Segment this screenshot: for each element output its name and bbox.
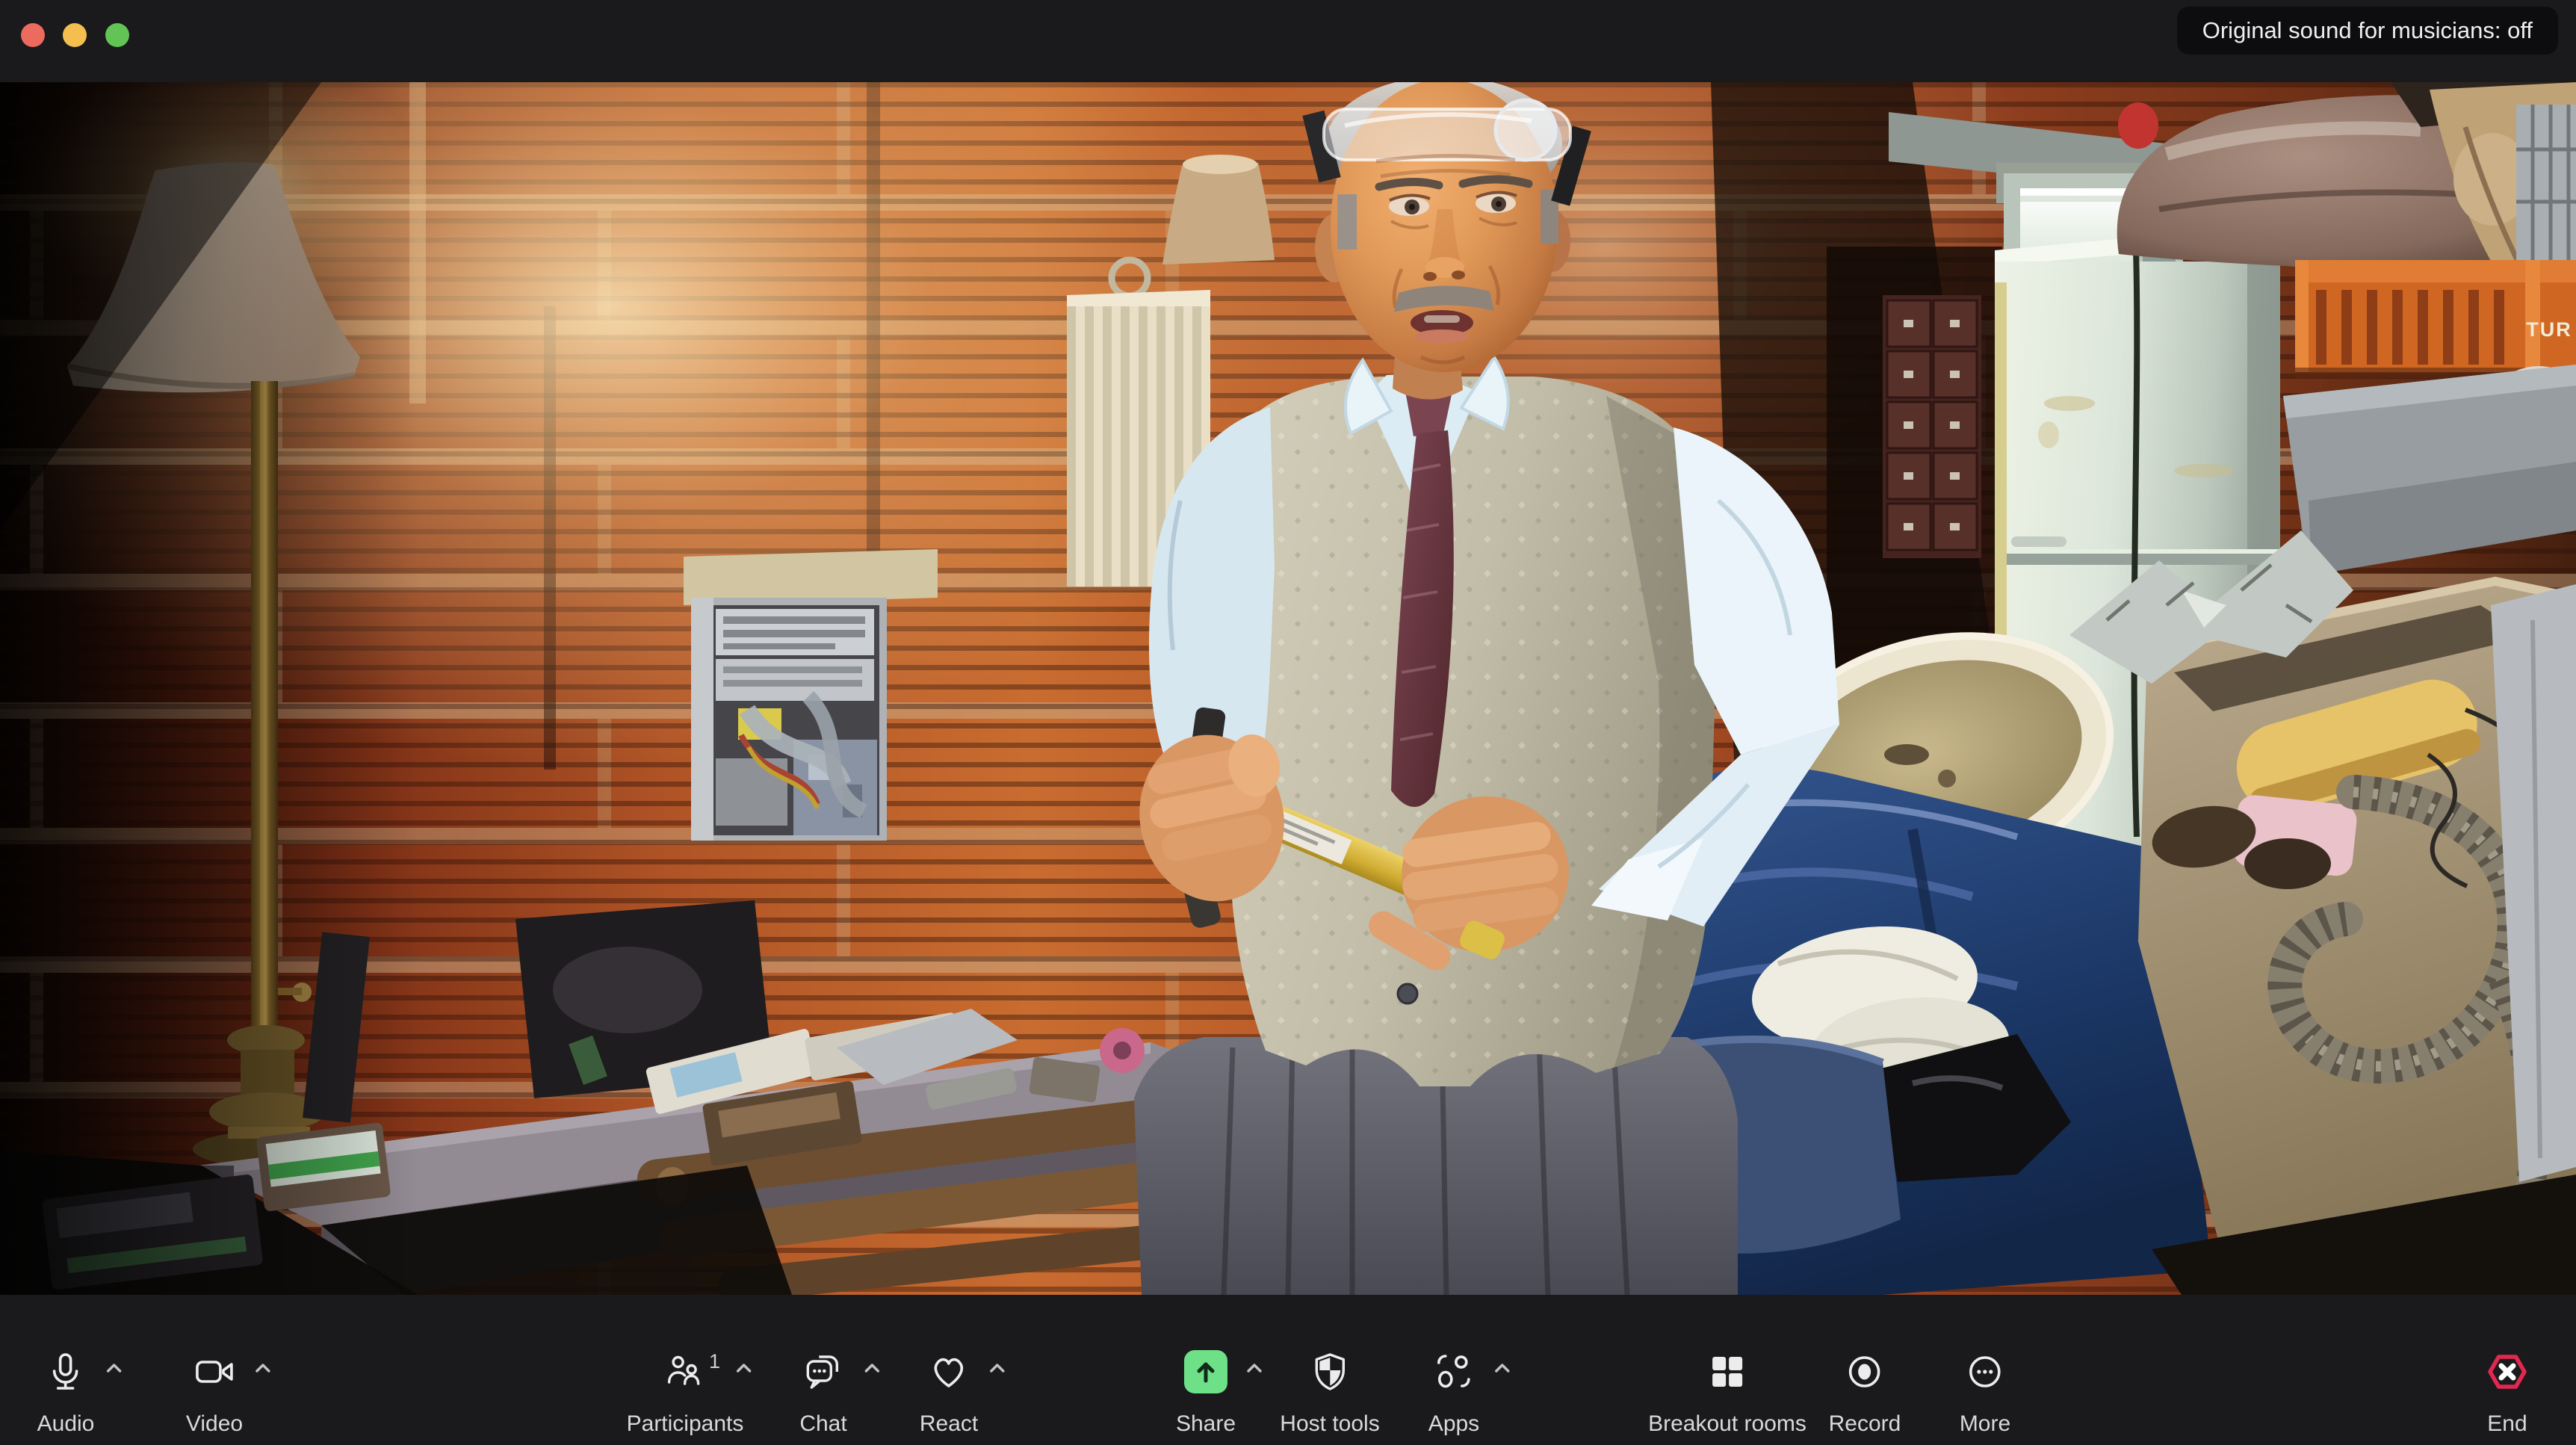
chevron-up-icon[interactable] <box>862 1359 882 1379</box>
toolbar-button-participants[interactable]: 1 Participants <box>627 1295 744 1445</box>
zoom-window-button[interactable] <box>105 23 129 47</box>
window-title-bar: Original sound for musicians: off <box>0 0 2576 82</box>
power-cord <box>2134 226 2137 837</box>
toolbar-label-share: Share <box>1176 1413 1236 1435</box>
close-window-button[interactable] <box>21 23 45 47</box>
toolbar-button-share[interactable]: Share <box>1176 1295 1236 1445</box>
toolbar-label-audio: Audio <box>37 1413 95 1435</box>
toolbar-label-end: End <box>2487 1413 2527 1435</box>
microphone-icon <box>45 1351 87 1393</box>
toolbar-button-video[interactable]: Video <box>186 1295 243 1445</box>
share-up-arrow-icon <box>1184 1350 1227 1393</box>
toolbar-button-record[interactable]: Record <box>1829 1295 1901 1445</box>
toolbar-button-react[interactable]: React <box>920 1295 978 1445</box>
ellipsis-circle-icon <box>1964 1351 2006 1393</box>
toolbar-button-host-tools[interactable]: Host tools <box>1280 1295 1379 1445</box>
chevron-up-icon[interactable] <box>734 1359 754 1379</box>
toolbar-label-react: React <box>920 1413 978 1435</box>
participants-count-badge: 1 <box>709 1350 720 1373</box>
meeting-toolbar: Audio Video 1 Participants Chat <box>0 1295 2576 1445</box>
toolbar-button-more[interactable]: More <box>1960 1295 2010 1445</box>
toolbar-label-video: Video <box>186 1413 243 1435</box>
toolbar-button-end[interactable]: End <box>2483 1295 2531 1445</box>
toolbar-label-host-tools: Host tools <box>1280 1413 1379 1435</box>
chevron-up-icon[interactable] <box>1493 1359 1512 1379</box>
video-camera-icon <box>193 1351 235 1393</box>
apps-circles-icon <box>1433 1351 1475 1393</box>
crate-label: TUR <box>2526 318 2572 341</box>
heart-icon <box>928 1351 970 1393</box>
chevron-up-icon[interactable] <box>105 1359 124 1379</box>
toolbar-button-breakout-rooms[interactable]: Breakout rooms <box>1648 1295 1806 1445</box>
breakout-grid-icon <box>1706 1351 1748 1393</box>
orange-crate: TUR <box>2295 260 2576 378</box>
shield-icon <box>1309 1351 1351 1393</box>
chevron-up-icon[interactable] <box>1245 1359 1264 1379</box>
video-scene: TUR <box>0 82 2576 1295</box>
record-dot-icon <box>1844 1351 1886 1393</box>
original-sound-indicator[interactable]: Original sound for musicians: off <box>2177 7 2558 55</box>
chevron-up-icon[interactable] <box>988 1359 1007 1379</box>
toolbar-label-participants: Participants <box>627 1413 744 1435</box>
zoom-meeting-window: Original sound for musicians: off <box>0 0 2576 1445</box>
toolbar-label-apps: Apps <box>1428 1413 1479 1435</box>
toolbar-button-apps[interactable]: Apps <box>1428 1295 1479 1445</box>
toolbar-label-breakout-rooms: Breakout rooms <box>1648 1413 1806 1435</box>
minimize-window-button[interactable] <box>63 23 87 47</box>
toolbar-label-record: Record <box>1829 1413 1901 1435</box>
participants-icon <box>664 1351 706 1393</box>
toolbar-label-more: More <box>1960 1413 2010 1435</box>
gray-lattice-crate <box>2516 105 2576 262</box>
main-video-feed: TUR <box>0 82 2576 1295</box>
toolbar-button-audio[interactable]: Audio <box>37 1295 95 1445</box>
end-hexagon-x-icon <box>2483 1348 2531 1396</box>
toolbar-label-chat: Chat <box>799 1413 846 1435</box>
drawer-cabinet <box>1883 295 1981 558</box>
toolbar-button-chat[interactable]: Chat <box>799 1295 846 1445</box>
chevron-up-icon[interactable] <box>253 1359 273 1379</box>
chat-bubble-icon <box>802 1351 844 1393</box>
